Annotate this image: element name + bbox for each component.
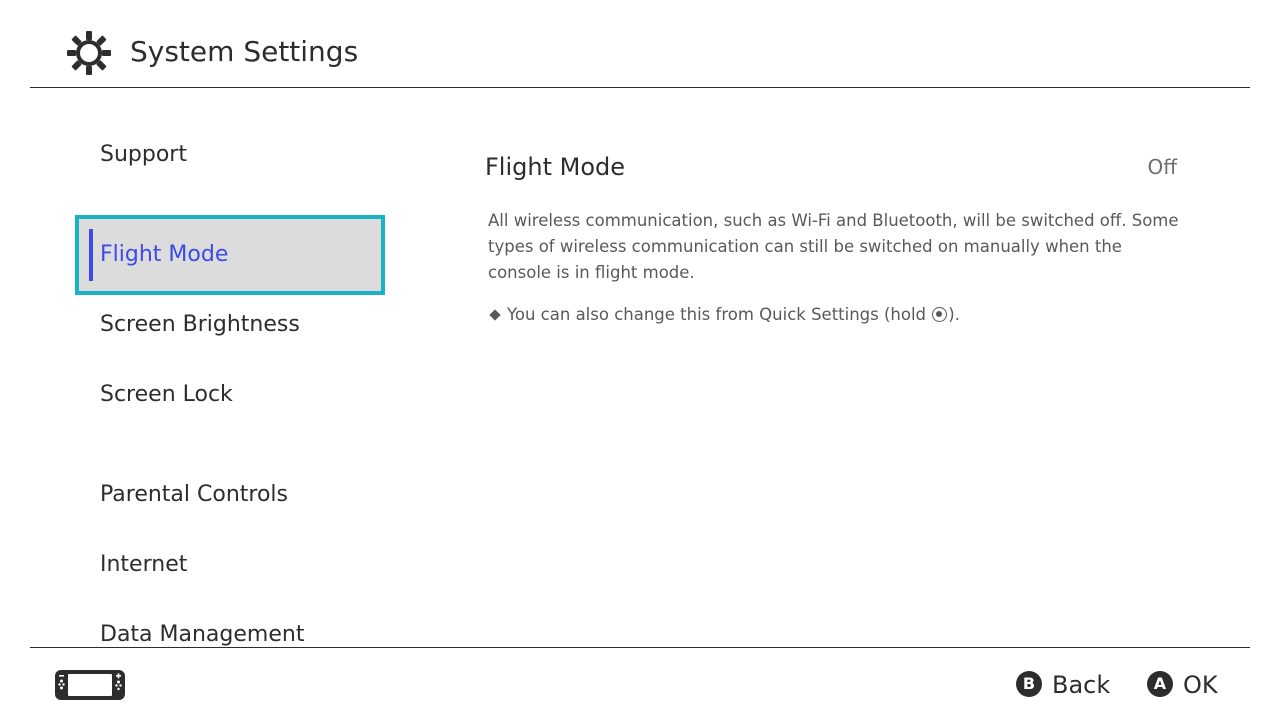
back-label: Back xyxy=(1052,671,1111,699)
sidebar-item-parental-controls[interactable]: Parental Controls xyxy=(100,480,288,510)
setting-note: You can also change this from Quick Sett… xyxy=(489,302,960,328)
sidebar-item-screen-brightness[interactable]: Screen Brightness xyxy=(100,310,300,340)
sidebar-item-internet[interactable]: Internet xyxy=(100,550,187,580)
sidebar-item-flight-mode[interactable]: Flight Mode xyxy=(75,215,385,295)
setting-description: All wireless communication, such as Wi-F… xyxy=(488,211,1179,282)
footer: B Back A OK xyxy=(0,648,1280,720)
note-text-end: ). xyxy=(948,305,960,324)
note-text: You can also change this from Quick Sett… xyxy=(507,305,927,324)
b-button-icon: B xyxy=(1016,670,1042,697)
page-title: System Settings xyxy=(130,35,359,68)
setting-value: Off xyxy=(1147,155,1177,179)
gear-icon xyxy=(67,31,111,75)
settings-sidebar: Support Flight Mode Screen Brightness Sc… xyxy=(0,88,420,647)
ok-button[interactable]: A OK xyxy=(1147,668,1218,702)
bullet-diamond-icon xyxy=(489,308,501,321)
selection-indicator xyxy=(89,229,93,281)
system-settings-screen: System Settings Support Flight Mode Scre… xyxy=(0,0,1280,720)
sidebar-item-data-management[interactable]: Data Management xyxy=(100,620,304,647)
ok-label: OK xyxy=(1183,671,1218,699)
header: System Settings xyxy=(0,0,1280,88)
sidebar-item-support[interactable]: Support xyxy=(100,140,187,170)
handheld-console-icon xyxy=(55,670,125,700)
a-button-icon: A xyxy=(1147,670,1173,697)
home-button-icon xyxy=(932,306,948,322)
setting-title: Flight Mode xyxy=(485,153,626,181)
flight-mode-setting-row[interactable]: Flight Mode Off xyxy=(485,150,1185,186)
sidebar-item-label: Flight Mode xyxy=(100,242,229,267)
settings-detail-panel: Flight Mode Off All wireless communicati… xyxy=(485,150,1185,324)
sidebar-item-screen-lock[interactable]: Screen Lock xyxy=(100,380,233,410)
back-button[interactable]: B Back xyxy=(1016,668,1110,702)
